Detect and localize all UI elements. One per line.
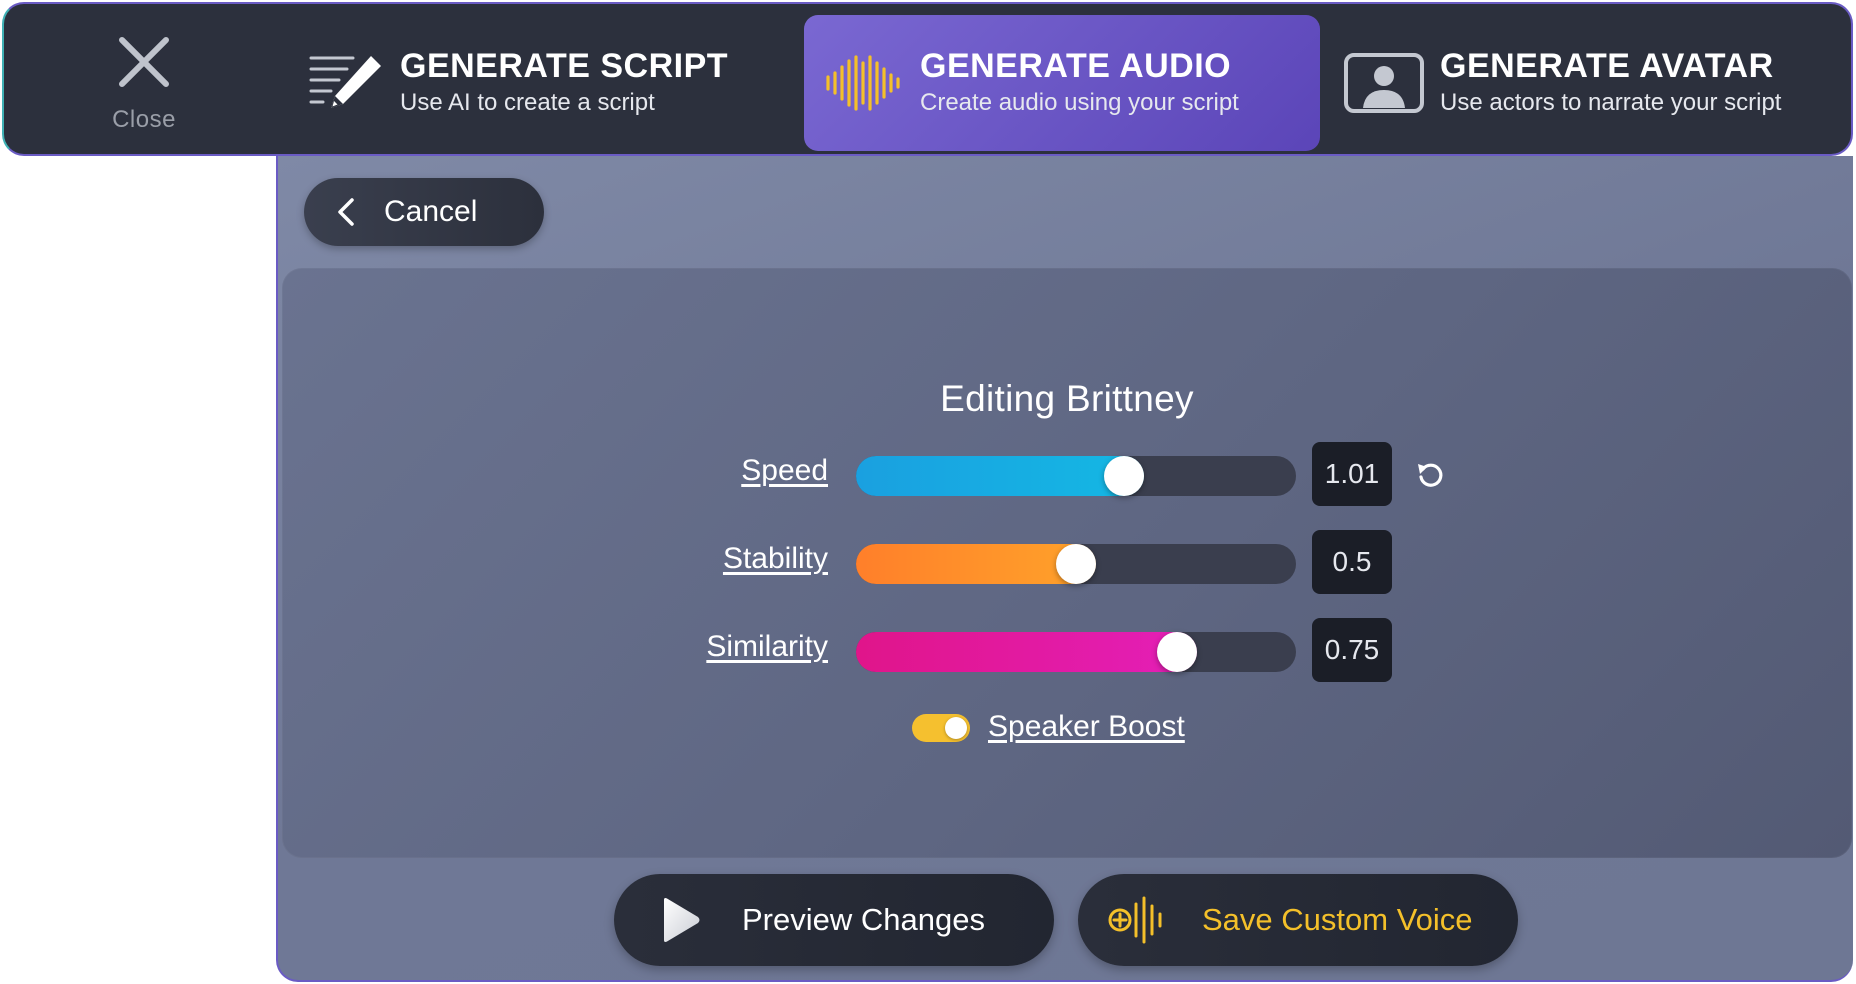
close-label: Close <box>112 106 176 133</box>
close-icon <box>119 37 169 87</box>
tab-title: GENERATE AUDIO <box>920 47 1232 85</box>
similarity-label[interactable]: Similarity <box>706 630 828 664</box>
audio-generator-window: Close GENERATE SCRIPT Use AI to create a… <box>0 0 1856 984</box>
speed-slider-thumb[interactable] <box>1104 456 1145 496</box>
reset-icon[interactable] <box>1414 459 1446 491</box>
tab-subtitle: Use AI to create a script <box>400 89 655 116</box>
preview-changes-button[interactable]: Preview Changes <box>614 874 1054 966</box>
toggle-knob <box>945 717 967 739</box>
speed-value[interactable]: 1.01 <box>1312 442 1392 506</box>
tab-generate-script[interactable]: GENERATE SCRIPT Use AI to create a scrip… <box>304 15 804 151</box>
speed-label[interactable]: Speed <box>741 454 828 488</box>
similarity-slider-thumb[interactable] <box>1157 632 1198 672</box>
tab-title: GENERATE AVATAR <box>1440 47 1774 85</box>
avatar-frame-icon <box>1342 48 1426 118</box>
audio-wave-icon <box>822 48 906 118</box>
save-custom-voice-button[interactable]: Save Custom Voice <box>1078 874 1518 966</box>
preview-label: Preview Changes <box>742 902 985 937</box>
stability-label[interactable]: Stability <box>723 542 828 576</box>
save-label: Save Custom Voice <box>1202 902 1473 937</box>
speed-slider-row: Speed 1.01 <box>282 442 1852 508</box>
similarity-value[interactable]: 0.75 <box>1312 618 1392 682</box>
voice-settings-panel: Cancel Editing Brittney Speed 1.01 Stabi… <box>276 156 1853 982</box>
speed-slider-fill <box>856 456 1145 496</box>
stability-slider-row: Stability 0.5 <box>282 530 1852 596</box>
similarity-slider-fill <box>856 632 1198 672</box>
editor-title: Editing Brittney <box>940 378 1194 419</box>
add-audio-icon <box>1108 896 1162 944</box>
speaker-boost-row: Speaker Boost <box>282 708 1852 748</box>
cancel-label: Cancel <box>384 195 478 228</box>
speed-slider[interactable] <box>856 456 1296 496</box>
top-navigation-bar: Close GENERATE SCRIPT Use AI to create a… <box>2 2 1853 156</box>
similarity-slider[interactable] <box>856 632 1296 672</box>
tab-generate-avatar[interactable]: GENERATE AVATAR Use actors to narrate yo… <box>1342 15 1856 151</box>
close-button[interactable]: Close <box>64 24 224 144</box>
tab-generate-audio[interactable]: GENERATE AUDIO Create audio using your s… <box>804 15 1320 151</box>
similarity-slider-row: Similarity 0.75 <box>282 618 1852 684</box>
speaker-boost-label[interactable]: Speaker Boost <box>988 710 1185 744</box>
stability-value[interactable]: 0.5 <box>1312 530 1392 594</box>
chevron-left-icon <box>338 198 354 226</box>
play-icon <box>664 898 700 942</box>
speaker-boost-toggle[interactable] <box>912 714 970 742</box>
voice-editor-card: Editing Brittney Speed 1.01 Stability 0.… <box>282 268 1852 858</box>
cancel-button[interactable]: Cancel <box>304 178 544 246</box>
stability-slider[interactable] <box>856 544 1296 584</box>
tab-title: GENERATE SCRIPT <box>400 47 729 85</box>
pen-lines-icon <box>306 48 386 118</box>
stability-slider-thumb[interactable] <box>1056 544 1096 584</box>
tab-subtitle: Create audio using your script <box>920 89 1239 116</box>
tab-subtitle: Use actors to narrate your script <box>1440 89 1782 116</box>
